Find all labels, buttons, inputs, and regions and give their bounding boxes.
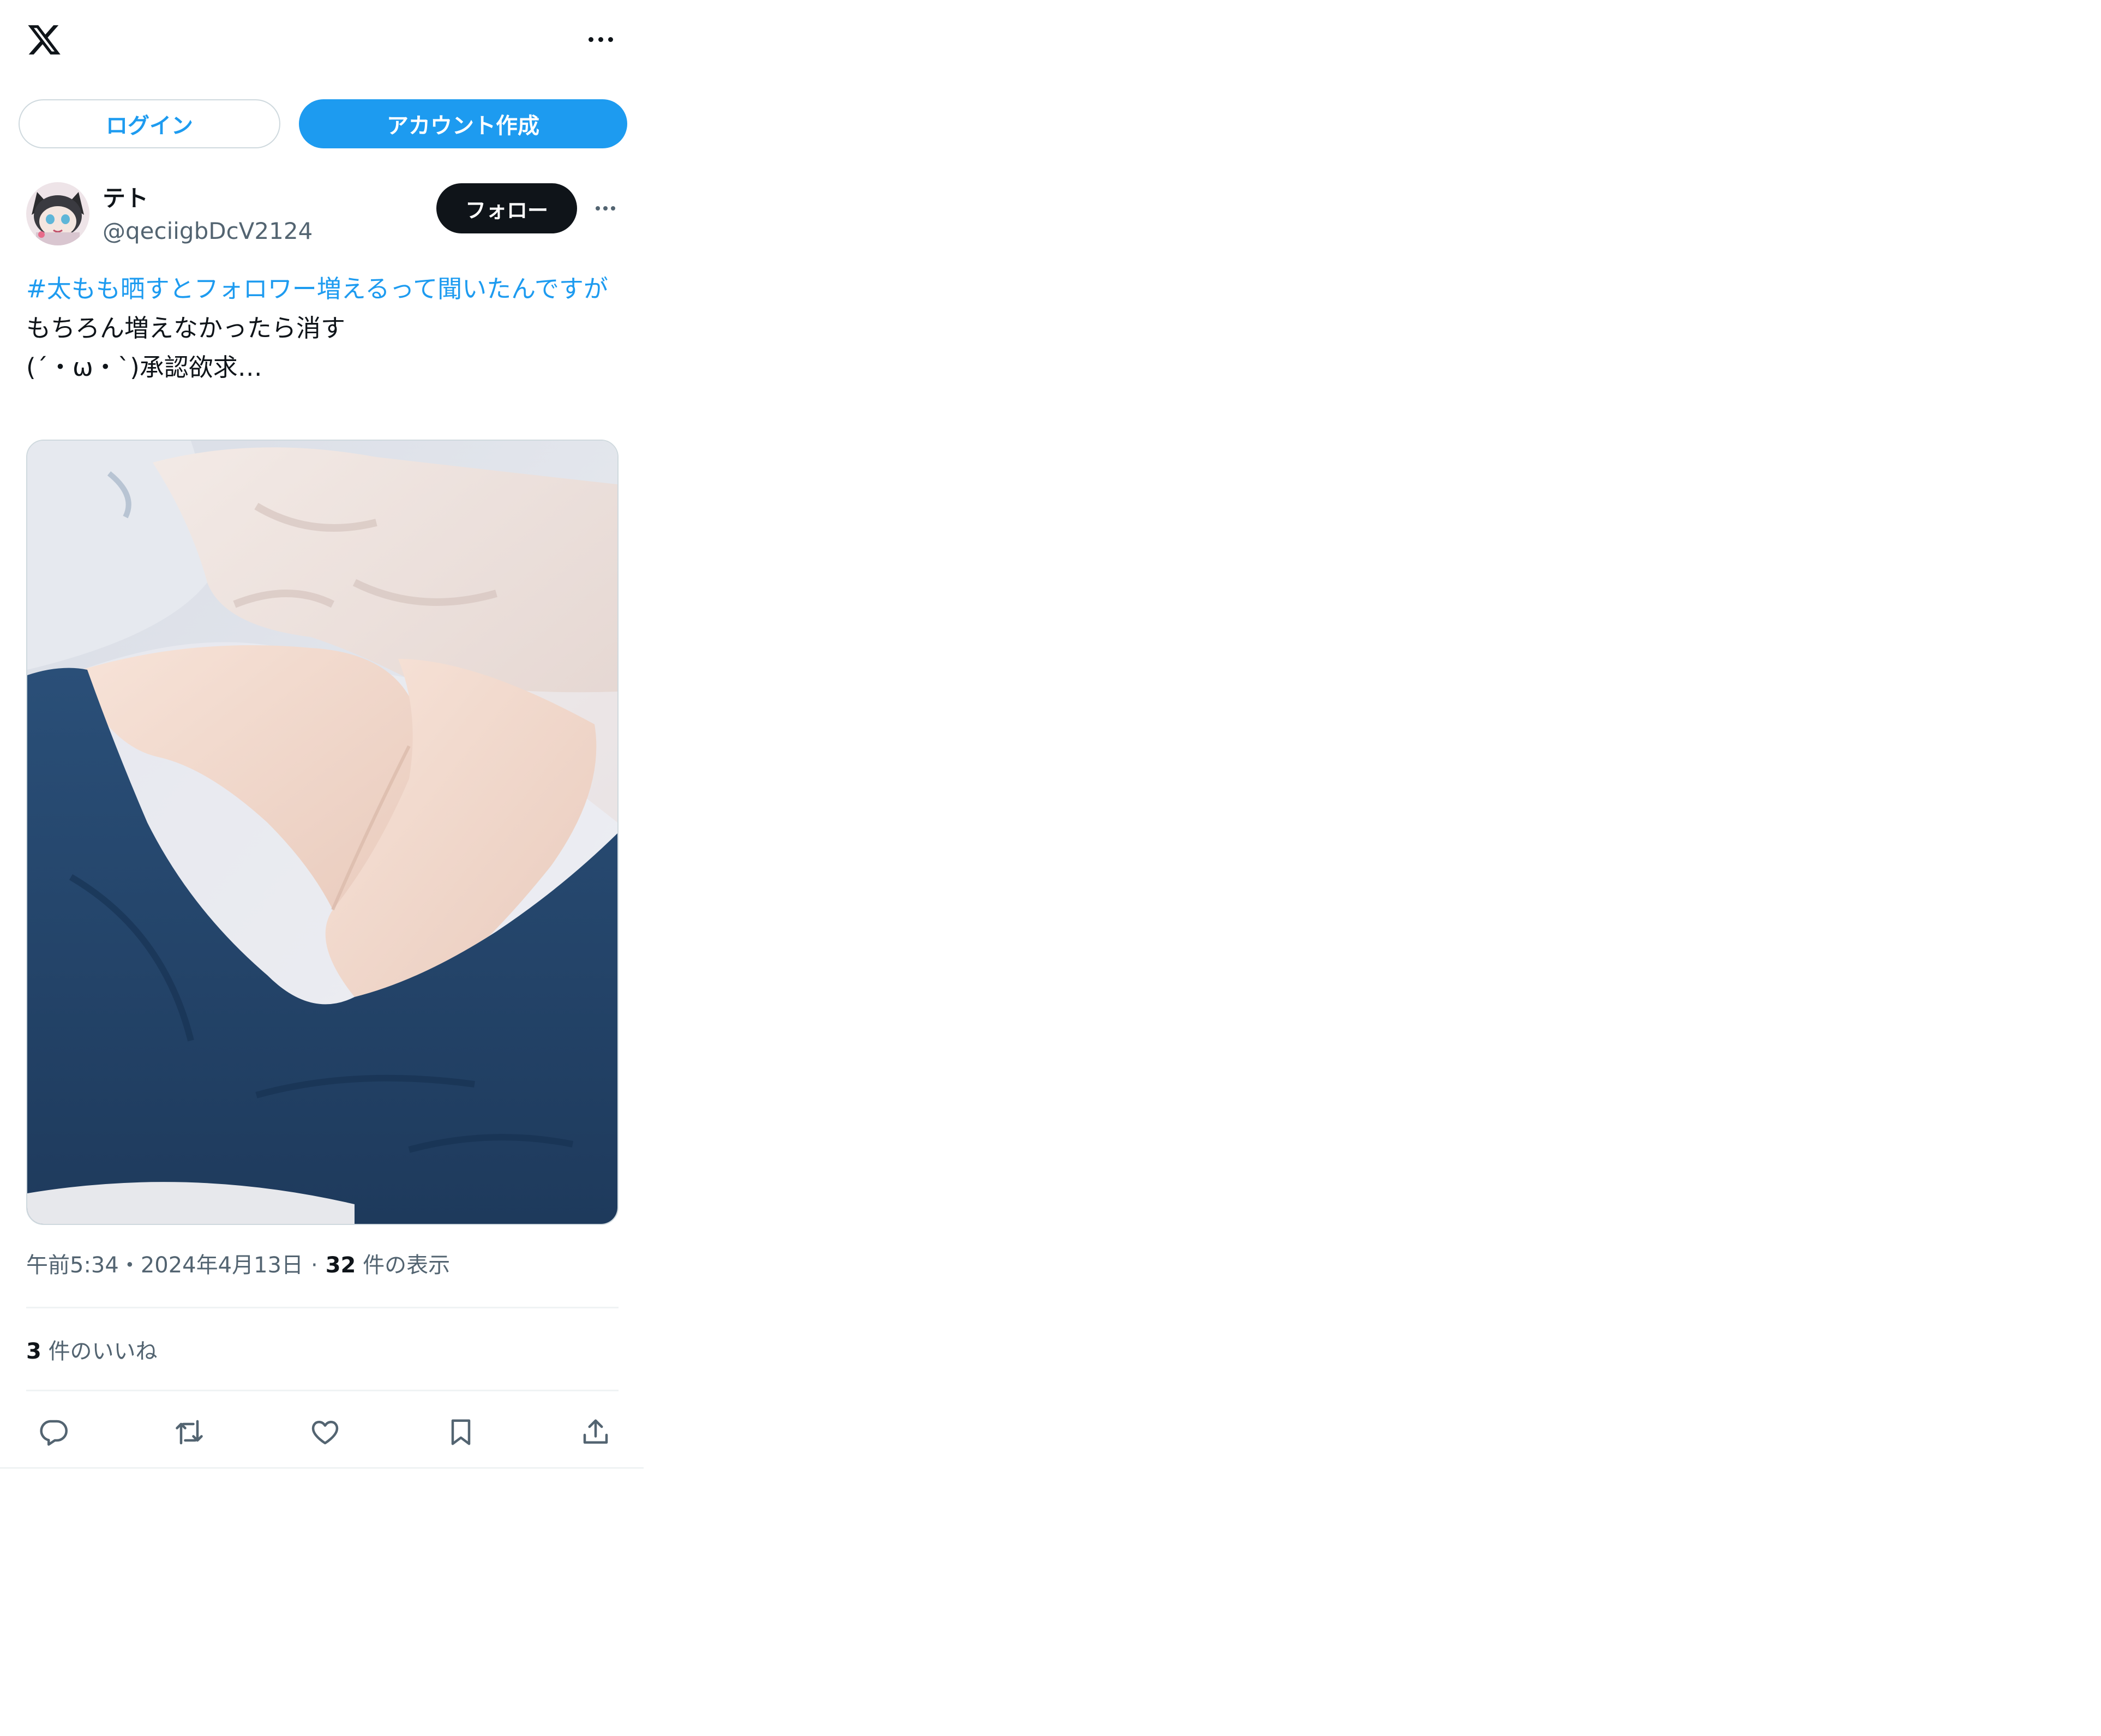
meta-separator: ·: [310, 1253, 318, 1278]
divider: [26, 1390, 619, 1391]
likes-count: 3: [26, 1339, 41, 1364]
tweet-text: #太もも晒すとフォロワー増えるって聞いたんですが もちろん増えなかったら消す (…: [26, 269, 621, 387]
tweet-page: ログイン アカウント作成 テト @qeciigbDcV2124 フォロー #太も…: [0, 0, 644, 1469]
tweet-more-icon[interactable]: [590, 196, 621, 220]
tweet-actions: [26, 1410, 619, 1454]
hashtag-link[interactable]: #太もも晒すとフォロワー増えるって聞いたんですが: [26, 269, 621, 309]
likes-label: 件のいいね: [48, 1339, 158, 1364]
tweet-meta: 午前5:34・2024年4月13日 · 32 件の表示: [26, 1250, 450, 1281]
share-icon[interactable]: [574, 1410, 617, 1454]
tweet-text-line: (´・ω・`)承認欲求…: [26, 353, 262, 382]
login-button[interactable]: ログイン: [19, 99, 280, 148]
author-display-name[interactable]: テト: [103, 184, 148, 213]
likes-link[interactable]: 3 件のいいね: [26, 1336, 158, 1367]
avatar[interactable]: [26, 182, 89, 245]
tweet-timestamp[interactable]: 午前5:34・2024年4月13日: [26, 1253, 303, 1278]
follow-button[interactable]: フォロー: [436, 183, 577, 233]
author-handle[interactable]: @qeciigbDcV2124: [103, 217, 313, 245]
more-options-icon[interactable]: [579, 24, 622, 55]
divider: [26, 1307, 619, 1308]
like-icon[interactable]: [303, 1410, 347, 1454]
bookmark-icon[interactable]: [439, 1410, 483, 1454]
x-logo-icon[interactable]: [26, 22, 62, 59]
views-label: 件の表示: [363, 1253, 451, 1278]
tweet-photo[interactable]: [26, 440, 619, 1225]
tweet-text-line: もちろん増えなかったら消す: [26, 314, 346, 343]
reply-icon[interactable]: [32, 1410, 75, 1454]
retweet-icon[interactable]: [167, 1410, 211, 1454]
views-count: 32: [325, 1253, 356, 1278]
signup-button[interactable]: アカウント作成: [299, 99, 627, 148]
